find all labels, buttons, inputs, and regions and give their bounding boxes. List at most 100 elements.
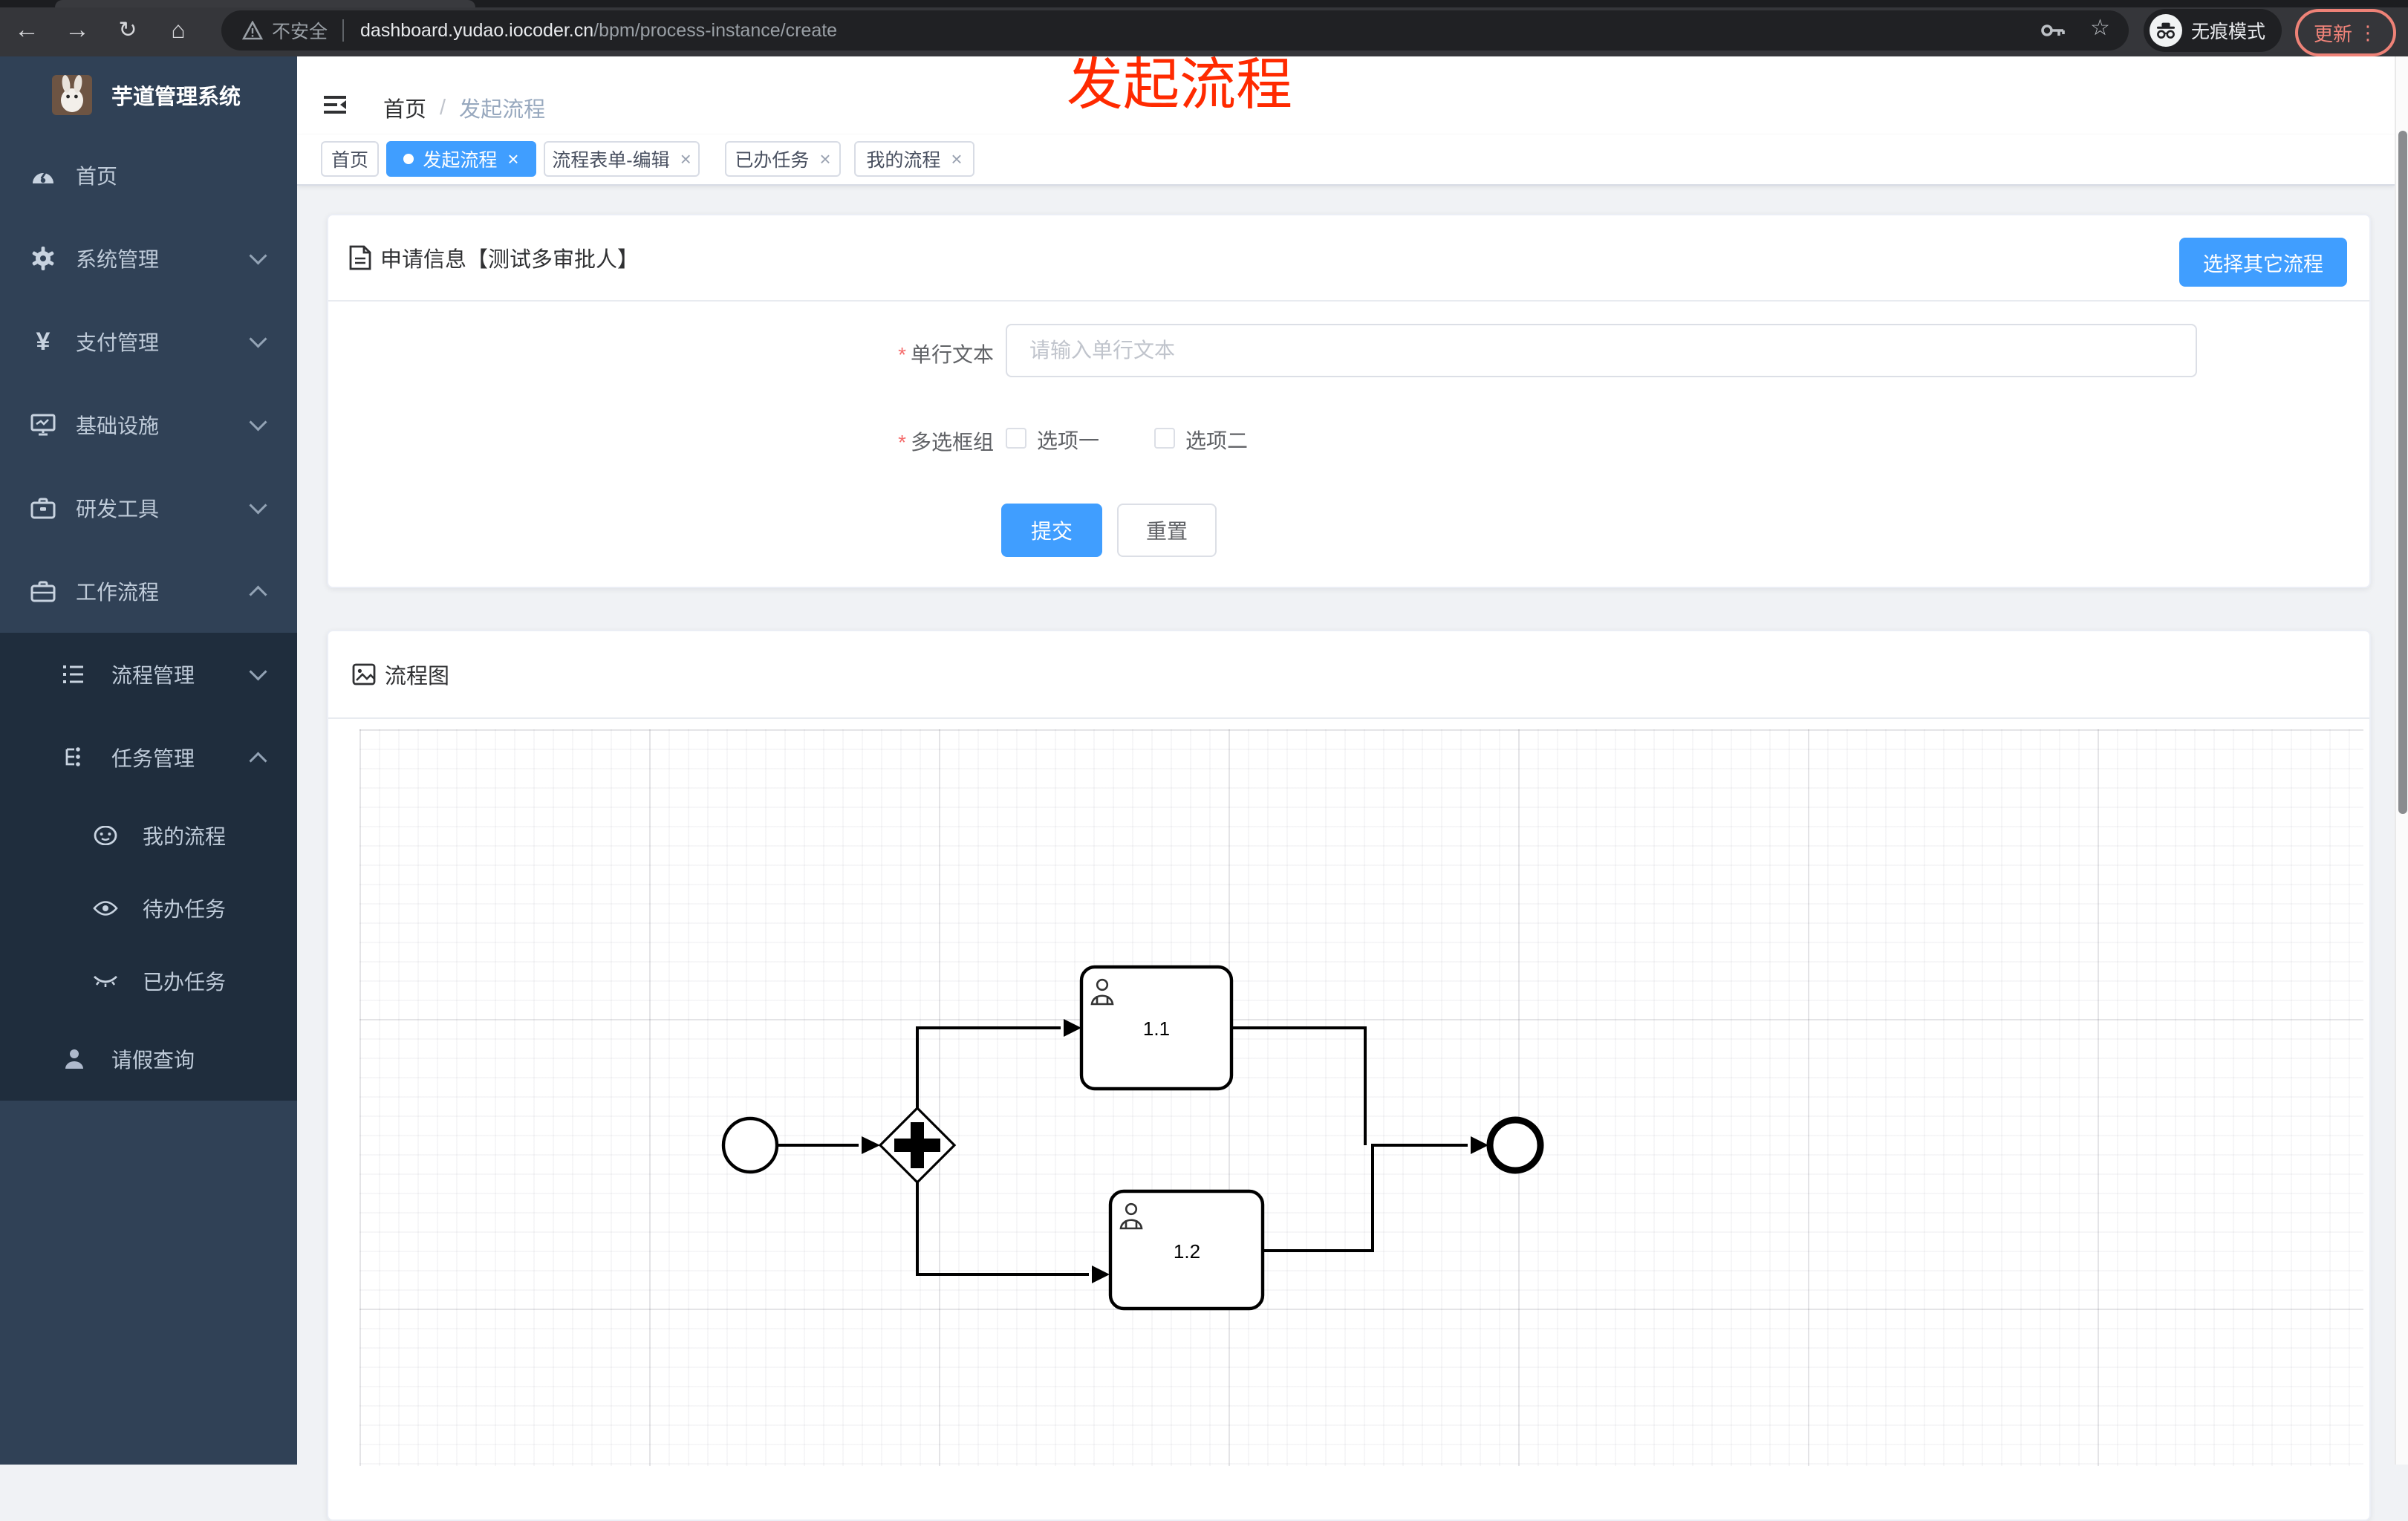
tag-my-process[interactable]: 我的流程 × [854, 141, 974, 177]
incognito-label: 无痕模式 [2191, 22, 2266, 42]
sidebar-item-label: 基础设施 [76, 414, 160, 437]
tag-done-tasks[interactable]: 已办任务 × [725, 141, 841, 177]
sidebar-item-system[interactable]: 系统管理 [0, 217, 297, 300]
close-icon[interactable]: × [951, 149, 962, 169]
sidebar-item-done-tasks[interactable]: 已办任务 [0, 945, 297, 1017]
sidebar: 芋道管理系统 首页 系统管理 ¥ 支付管理 基础设施 研发工具 工作流程 流程管… [0, 56, 297, 1465]
start-event-node[interactable] [721, 1116, 779, 1174]
breadcrumb: 首页 / 发起流程 [383, 92, 545, 123]
sidebar-item-label: 任务管理 [111, 747, 195, 770]
tag-label: 首页 [331, 150, 369, 171]
task-label: 1.2 [1174, 1240, 1200, 1263]
close-icon[interactable]: × [819, 149, 830, 169]
active-tag-dot [403, 154, 414, 164]
chevron-down-icon [249, 330, 267, 348]
required-mark: * [898, 431, 906, 454]
url-separator [342, 19, 345, 42]
breadcrumb-home[interactable]: 首页 [383, 92, 426, 123]
password-key-icon[interactable] [2041, 22, 2066, 39]
sidebar-item-task-mgmt[interactable]: 任务管理 [0, 716, 297, 799]
breadcrumb-current: 发起流程 [459, 98, 546, 122]
image-icon [352, 663, 376, 685]
person-icon [61, 1048, 88, 1070]
security-label: 不安全 [272, 22, 328, 42]
eye-closed-icon [92, 974, 119, 989]
list-tree-icon [61, 664, 88, 685]
gear-icon [30, 247, 56, 270]
parallel-gateway-node[interactable] [878, 1106, 957, 1185]
apply-info-card: 申请信息【测试多审批人】 选择其它流程 *单行文本 *多选框组 选项一 选项二 … [327, 214, 2371, 588]
sidebar-item-label: 支付管理 [76, 331, 160, 354]
sidebar-logo-row[interactable]: 芋道管理系统 [0, 56, 297, 134]
bpmn-canvas[interactable]: 1.1 1.2 [359, 729, 2363, 1466]
scrollbar-thumb[interactable] [2398, 131, 2407, 814]
browser-forward-button[interactable]: → [53, 7, 101, 52]
bookmark-star-icon[interactable]: ☆ [2090, 15, 2110, 41]
sidebar-item-leave-query[interactable]: 请假查询 [0, 1017, 297, 1101]
sidebar-item-label: 待办任务 [143, 898, 227, 921]
end-event-node[interactable] [1486, 1116, 1544, 1174]
browser-reload-button[interactable]: ↻ [104, 7, 152, 52]
edge-task11-end [1231, 1026, 1367, 1145]
app-logo-image [52, 75, 92, 115]
task-label: 1.1 [1143, 1017, 1170, 1040]
sidebar-item-my-process[interactable]: 我的流程 [0, 799, 297, 872]
chevron-down-icon [249, 247, 267, 265]
sidebar-collapse-icon[interactable] [324, 95, 346, 114]
app-header: 首页 / 发起流程 ? TT [297, 56, 2395, 135]
edge-gateway-task12 [916, 1181, 1089, 1276]
update-label: 更新 [2313, 22, 2352, 45]
sidebar-item-payment[interactable]: ¥ 支付管理 [0, 300, 297, 383]
tag-home[interactable]: 首页 [321, 141, 379, 177]
sidebar-item-todo-tasks[interactable]: 待办任务 [0, 872, 297, 945]
sidebar-item-label: 请假查询 [111, 1049, 195, 1072]
checkbox-option-2[interactable] [1154, 428, 1175, 449]
url-path: /bpm/process-instance/create [593, 19, 838, 41]
browser-tab[interactable] [55, 0, 475, 7]
user-task-1-1-node[interactable]: 1.1 [1079, 965, 1234, 1091]
browser-home-button[interactable]: ⌂ [154, 7, 202, 52]
browser-tabstrip [0, 0, 2408, 7]
incognito-icon [2150, 14, 2182, 47]
face-icon [92, 826, 119, 845]
tags-view: 首页 发起流程 × 流程表单-编辑 × 已办任务 × 我的流程 × [297, 135, 2395, 186]
checkbox-option-1[interactable] [1006, 428, 1026, 449]
chevron-down-icon [249, 662, 267, 681]
sidebar-item-devtools[interactable]: 研发工具 [0, 466, 297, 550]
apply-info-header: 申请信息【测试多审批人】 [328, 215, 2369, 302]
chevron-down-icon [249, 413, 267, 431]
chevron-up-icon [249, 752, 267, 770]
checkbox-label-option-2[interactable]: 选项二 [1185, 425, 1248, 455]
edge-task12-end [1263, 1144, 1468, 1252]
app-title: 芋道管理系统 [111, 85, 241, 109]
browser-back-button[interactable]: ← [3, 7, 51, 52]
eye-open-icon [92, 900, 119, 916]
sidebar-item-workflow[interactable]: 工作流程 [0, 550, 297, 633]
close-icon[interactable]: × [507, 149, 518, 169]
tag-create-process[interactable]: 发起流程 × [386, 141, 536, 177]
incognito-badge[interactable]: 无痕模式 [2144, 9, 2282, 52]
flow-diagram-header: 流程图 [328, 631, 2369, 719]
sidebar-item-label: 我的流程 [143, 825, 227, 848]
tag-label: 流程表单-编辑 [552, 150, 670, 171]
tag-form-edit[interactable]: 流程表单-编辑 × [544, 141, 700, 177]
flow-diagram-card: 流程图 1.1 1.2 [327, 630, 2371, 1521]
checkbox-label-option-1[interactable]: 选项一 [1037, 425, 1099, 455]
browser-update-button[interactable]: 更新 ⋮ [2295, 9, 2396, 56]
browser-menu-dots-icon[interactable]: ⋮ [2358, 22, 2378, 45]
reset-button[interactable]: 重置 [1117, 504, 1217, 557]
single-text-input[interactable] [1006, 324, 2197, 377]
select-other-process-button[interactable]: 选择其它流程 [2179, 238, 2347, 287]
not-secure-warning-icon [242, 21, 263, 40]
user-task-1-2-node[interactable]: 1.2 [1108, 1189, 1265, 1311]
address-bar[interactable]: 不安全 dashboard.yudao.iocoder.cn/bpm/proce… [221, 10, 2129, 51]
sidebar-item-home[interactable]: 首页 [0, 134, 297, 217]
page-scrollbar [2395, 56, 2408, 1465]
sidebar-item-infra[interactable]: 基础设施 [0, 383, 297, 466]
close-icon[interactable]: × [680, 149, 692, 169]
sidebar-item-label: 首页 [76, 165, 118, 188]
sidebar-item-label: 流程管理 [111, 664, 195, 687]
submit-button[interactable]: 提交 [1001, 504, 1102, 557]
field-label-single-text: * 单行文本 [898, 343, 994, 366]
sidebar-item-process-mgmt[interactable]: 流程管理 [0, 633, 297, 716]
